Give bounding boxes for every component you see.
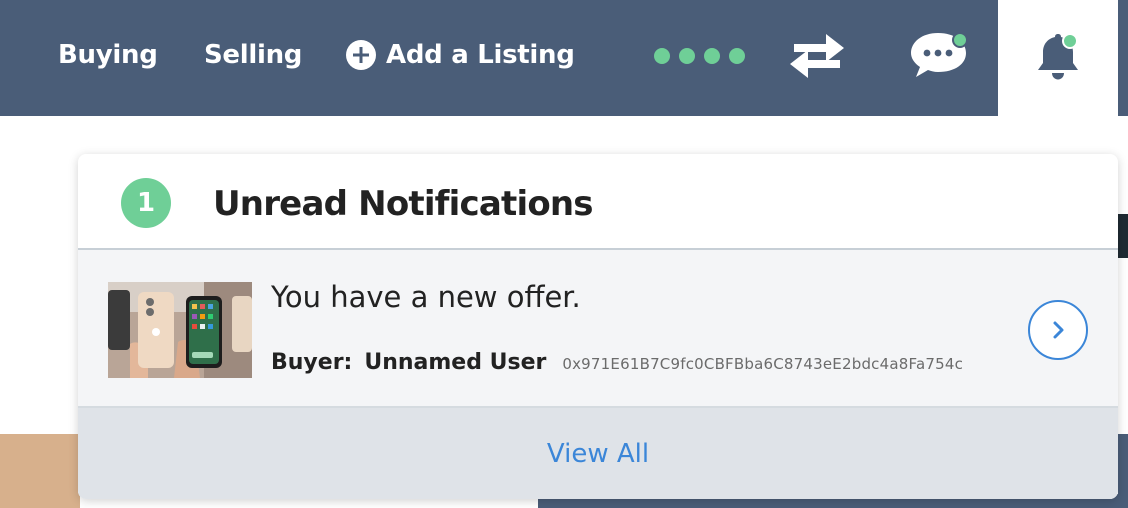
dropdown-title: Unread Notifications (213, 184, 594, 224)
buyer-info: Buyer: Unnamed User 0x971E61B7C9fc0CBFBb… (271, 350, 963, 375)
chevron-right-icon (1053, 321, 1064, 339)
notifications-dropdown: 1 Unread Notifications You have a new of… (78, 154, 1118, 499)
dropdown-footer: View All (78, 408, 1118, 499)
nav-selling[interactable]: Selling (204, 40, 302, 70)
nav-add-listing[interactable]: Add a Listing (346, 40, 575, 70)
buyer-name: Unnamed User (364, 350, 547, 375)
unread-count-badge: 1 (121, 178, 171, 228)
bell-unread-badge (1062, 33, 1078, 49)
app-root: Buying Selling Add a Listing 1 Unread No… (0, 0, 1128, 508)
buyer-label: Buyer: (271, 350, 353, 375)
nav-buying[interactable]: Buying (58, 40, 158, 70)
dropdown-header: 1 Unread Notifications (78, 154, 1118, 250)
dot (729, 48, 745, 64)
dot (679, 48, 695, 64)
listing-thumbnail (108, 282, 252, 378)
open-notification-button[interactable] (1028, 300, 1088, 360)
buyer-wallet-address: 0x971E61B7C9fc0CBFBba6C8743eE2bdc4a8Fa75… (562, 355, 964, 373)
background-content (1118, 434, 1128, 508)
background-content (0, 434, 80, 508)
transfer-icon[interactable] (786, 30, 848, 82)
progress-dots (654, 48, 745, 64)
plus-circle-icon (346, 40, 376, 70)
dropdown-caret (1090, 126, 1118, 154)
chat-unread-badge (952, 32, 968, 48)
notification-message: You have a new offer. (271, 280, 581, 314)
dot (654, 48, 670, 64)
nav-add-listing-label: Add a Listing (386, 40, 575, 70)
dot (704, 48, 720, 64)
view-all-link[interactable]: View All (547, 439, 649, 469)
notification-item[interactable]: You have a new offer. Buyer: Unnamed Use… (78, 250, 1118, 408)
